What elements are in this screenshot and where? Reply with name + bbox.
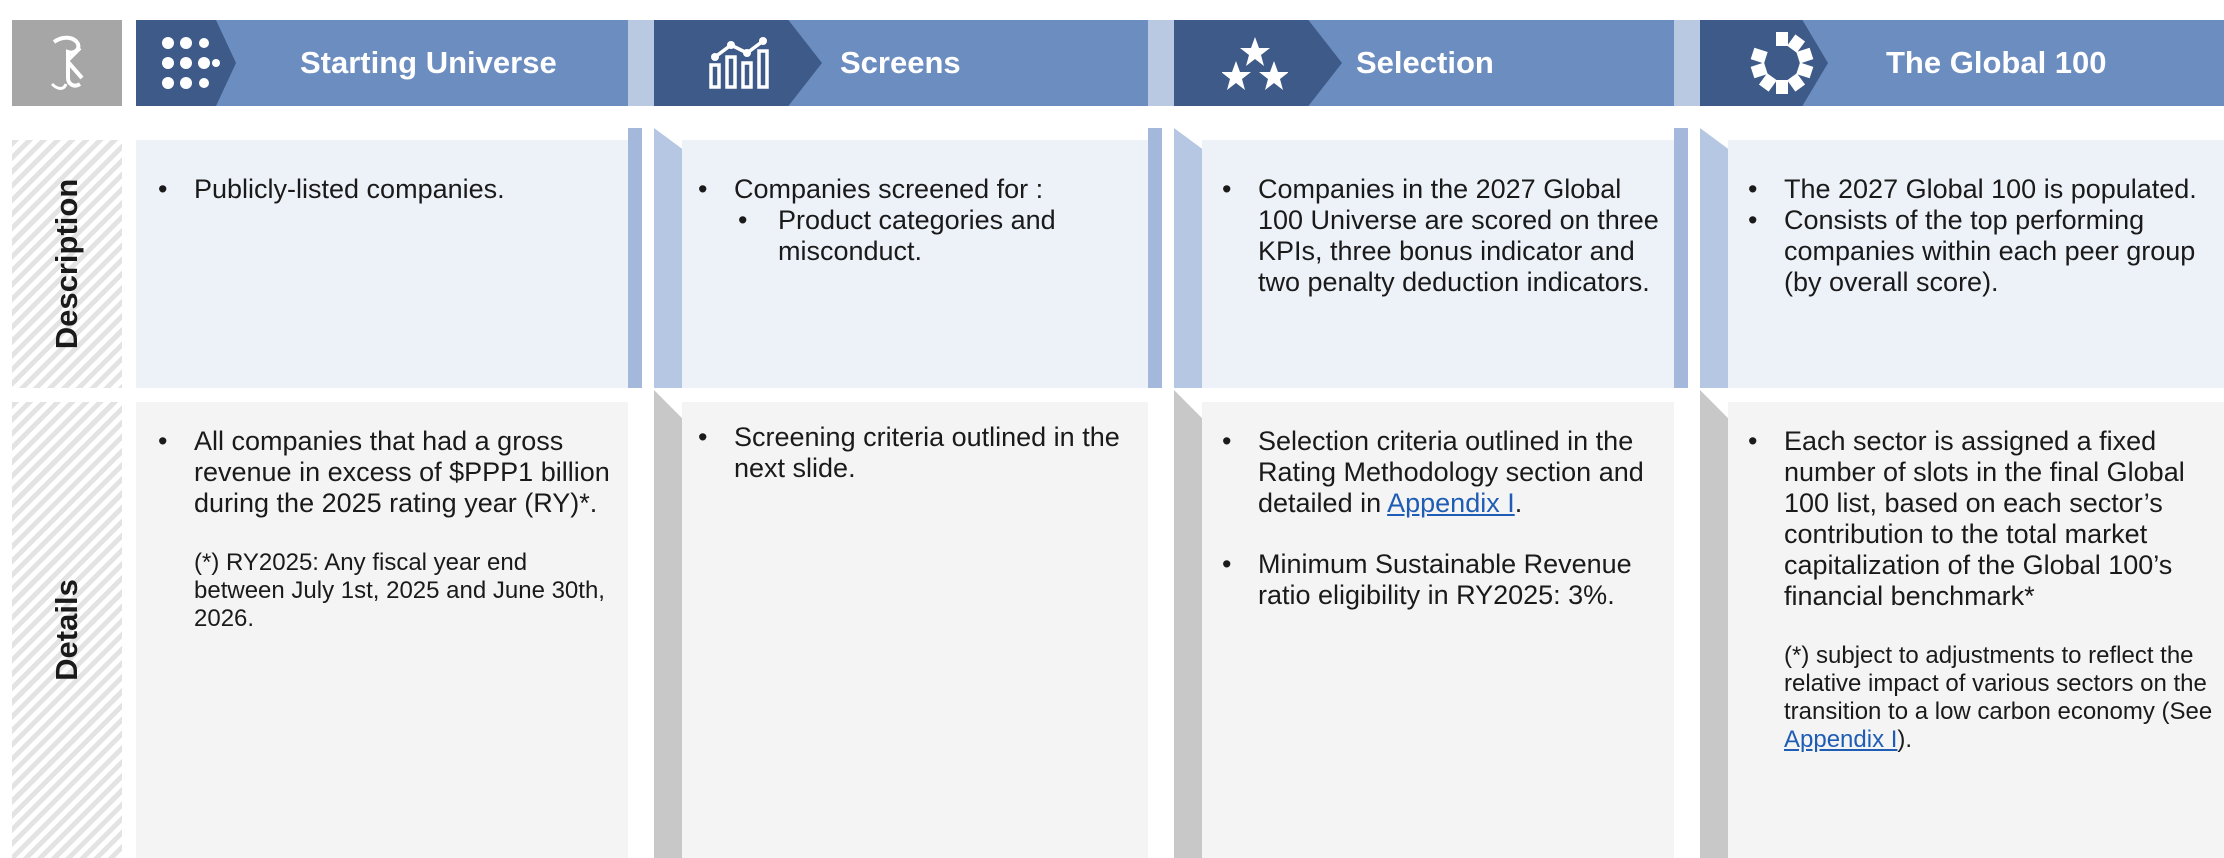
stage-divider xyxy=(628,20,654,106)
footnote: (*) subject to adjustments to reflect th… xyxy=(1784,642,2213,753)
stage-divider xyxy=(1148,20,1174,106)
column-separator xyxy=(654,128,682,388)
details-starting-universe: All companies that had a gross revenue i… xyxy=(154,426,614,633)
column-separator xyxy=(1700,128,1728,388)
description-selection: Companies in the 2027 Global 100 Univers… xyxy=(1218,174,1664,298)
stars-icon xyxy=(1212,20,1298,106)
column-separator xyxy=(1148,128,1162,388)
details-global-100: Each sector is assigned a fixed number o… xyxy=(1744,426,2218,754)
stage-label: Starting Universe xyxy=(300,45,557,80)
bullet-item: Each sector is assigned a fixed number o… xyxy=(1744,426,2218,612)
bullet-item: Consists of the top performing companies… xyxy=(1744,205,2214,298)
row-label-text: Description xyxy=(49,178,84,350)
stage-label: The Global 100 xyxy=(1886,45,2107,80)
bullet-item: The 2027 Global 100 is populated. xyxy=(1744,174,2214,205)
column-separator xyxy=(1674,128,1688,388)
crest-logo-icon xyxy=(50,35,84,90)
appendix-link[interactable]: Appendix I xyxy=(1387,488,1515,518)
appendix-link[interactable]: Appendix I xyxy=(1784,726,1897,753)
filter-chart-icon xyxy=(700,20,780,106)
footnote: (*) RY2025: Any fiscal year end between … xyxy=(194,549,605,632)
row-label-description: Description xyxy=(12,140,122,388)
sub-bullet-item: Product categories and misconduct. xyxy=(734,205,1134,267)
column-separator xyxy=(1174,128,1202,388)
bullet-item: All companies that had a gross revenue i… xyxy=(154,426,614,519)
column-separator xyxy=(628,128,642,388)
bullet-item: Publicly-listed companies. xyxy=(154,174,614,205)
column-separator xyxy=(1174,390,1202,858)
ring-icon xyxy=(1742,20,1822,106)
details-selection: Selection criteria outlined in the Ratin… xyxy=(1218,426,1664,611)
bullet-item: Selection criteria outlined in the Ratin… xyxy=(1218,426,1664,519)
stage-label: Screens xyxy=(840,45,961,80)
description-starting-universe: Publicly-listed companies. xyxy=(154,174,614,205)
bullet-item: Screening criteria outlined in the next … xyxy=(694,422,1134,484)
details-screens: Screening criteria outlined in the next … xyxy=(694,422,1134,484)
bullet-item: Minimum Sustainable Revenue ratio eligib… xyxy=(1218,549,1664,611)
row-label-text: Details xyxy=(49,579,84,681)
row-label-details: Details xyxy=(12,402,122,858)
stage-label: Selection xyxy=(1356,45,1494,80)
description-global-100: The 2027 Global 100 is populated. Consis… xyxy=(1744,174,2214,298)
company-logo xyxy=(12,20,122,106)
bullet-item: Companies in the 2027 Global 100 Univers… xyxy=(1218,174,1664,298)
description-screens: Companies screened for : Product categor… xyxy=(694,174,1134,267)
dot-grid-icon xyxy=(150,20,230,106)
bullet-item: Companies screened for : Product categor… xyxy=(694,174,1134,267)
column-separator xyxy=(654,390,682,858)
column-separator xyxy=(1700,390,1728,858)
stage-divider xyxy=(1674,20,1700,106)
